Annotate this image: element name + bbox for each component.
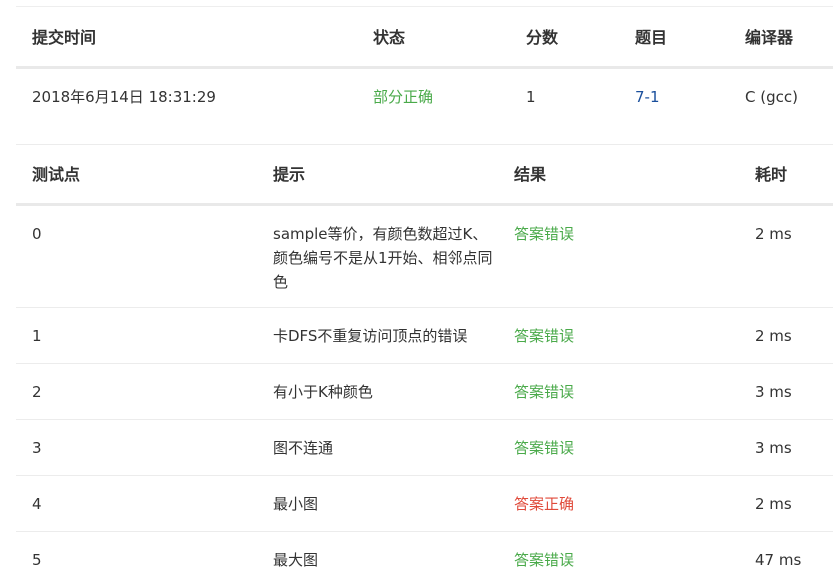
testcase-index: 3 xyxy=(32,439,42,457)
submission-score: 1 xyxy=(526,88,536,106)
testcase-result: 答案正确 xyxy=(514,495,575,513)
testcase-time: 2 ms xyxy=(755,495,792,513)
header-score: 分数 xyxy=(526,28,559,47)
testcase-time: 2 ms xyxy=(755,327,792,345)
problem-link[interactable]: 7-1 xyxy=(635,85,660,109)
testcase-row: 4 最小图 答案正确 2 ms xyxy=(16,476,833,532)
testcase-index: 5 xyxy=(32,551,42,569)
testcase-hint: 最小图 xyxy=(273,495,319,513)
testcase-result: 答案错误 xyxy=(514,383,575,401)
submission-detail-page: 提交时间 状态 分数 题目 编译器 2018年6月14日 18:31:29 部分… xyxy=(0,0,833,584)
submission-row: 2018年6月14日 18:31:29 部分正确 1 7-1 C (gcc) xyxy=(16,69,833,145)
testcase-time: 3 ms xyxy=(755,439,792,457)
header-submit-time: 提交时间 xyxy=(32,28,97,47)
testcase-hint: 最大图 xyxy=(273,551,319,569)
header-compiler: 编译器 xyxy=(745,28,794,47)
testcase-hint: 有小于K种颜色 xyxy=(273,383,373,401)
submit-time: 2018年6月14日 18:31:29 xyxy=(32,88,216,106)
testcase-row: 2 有小于K种颜色 答案错误 3 ms xyxy=(16,364,833,420)
testcase-result: 答案错误 xyxy=(514,439,575,457)
testcase-hint: sample等价，有颜色数超过K、颜色编号不是从1开始、相邻点同色 xyxy=(273,225,493,291)
testcase-hint: 卡DFS不重复访问顶点的错误 xyxy=(273,327,468,345)
testcase-row: 0 sample等价，有颜色数超过K、颜色编号不是从1开始、相邻点同色 答案错误… xyxy=(16,206,833,308)
header-elapsed-time: 耗时 xyxy=(755,165,788,184)
testcase-time: 3 ms xyxy=(755,383,792,401)
testcase-index: 2 xyxy=(32,383,42,401)
testcase-row: 5 最大图 答案错误 47 ms xyxy=(16,532,833,584)
header-status: 状态 xyxy=(373,28,406,47)
submission-status-badge: 部分正确 xyxy=(373,88,434,106)
compiler-name: C (gcc) xyxy=(745,88,798,106)
testcase-index: 0 xyxy=(32,225,42,243)
testcase-row: 1 卡DFS不重复访问顶点的错误 答案错误 2 ms xyxy=(16,308,833,364)
header-hint: 提示 xyxy=(273,165,306,184)
testcase-time: 47 ms xyxy=(755,551,802,569)
testcase-index: 1 xyxy=(32,327,42,345)
testcase-result: 答案错误 xyxy=(514,225,575,243)
submission-table-header: 提交时间 状态 分数 题目 编译器 xyxy=(16,6,833,69)
testcase-time: 2 ms xyxy=(755,225,792,243)
testcase-hint: 图不连通 xyxy=(273,439,334,457)
header-testcase-index: 测试点 xyxy=(32,165,81,184)
testcase-table-header: 测试点 提示 结果 耗时 xyxy=(16,145,833,206)
header-result: 结果 xyxy=(514,165,547,184)
testcase-result: 答案错误 xyxy=(514,327,575,345)
testcase-row: 3 图不连通 答案错误 3 ms xyxy=(16,420,833,476)
testcase-index: 4 xyxy=(32,495,42,513)
testcase-result: 答案错误 xyxy=(514,551,575,569)
header-problem: 题目 xyxy=(635,28,668,47)
